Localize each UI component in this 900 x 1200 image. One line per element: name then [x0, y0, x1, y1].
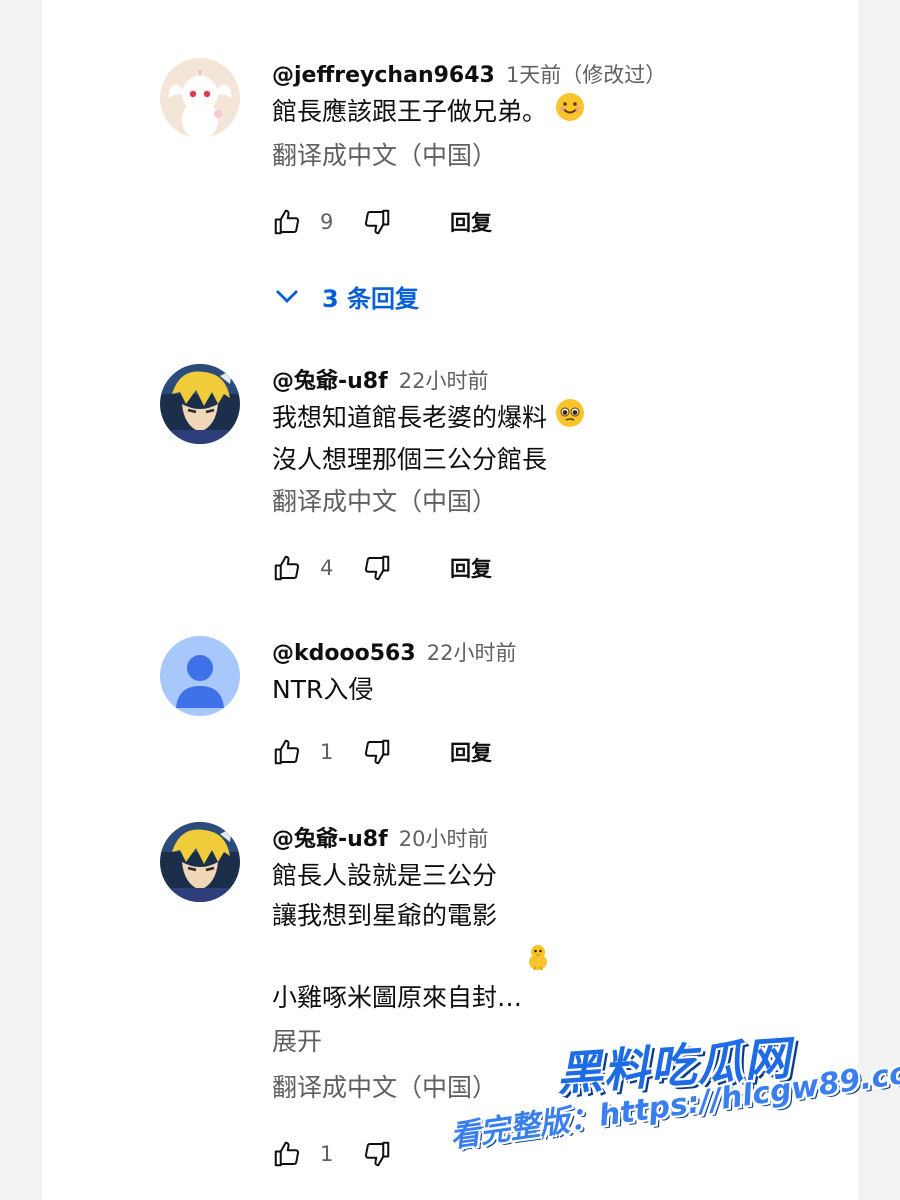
comment-line: 館長應該跟王子做兄弟。 — [272, 97, 548, 126]
comment-line: 沒人想理那個三公分館長 — [272, 445, 548, 474]
avatar[interactable] — [160, 58, 240, 138]
author-name[interactable]: @kdooo563 — [272, 641, 416, 666]
timestamp[interactable]: 1天前（修改过） — [506, 63, 666, 87]
reply-button[interactable]: 回复 — [450, 737, 492, 767]
chevron-down-icon — [276, 290, 298, 303]
timestamp[interactable]: 20小时前 — [399, 827, 489, 851]
thumb-up-icon[interactable] — [272, 737, 302, 767]
avatar[interactable] — [160, 364, 240, 444]
comment-text: 館長應該跟王子做兄弟。 — [272, 92, 792, 134]
comment-line: NTR入侵 — [272, 675, 374, 704]
comment-actions: 9 回复 — [272, 202, 792, 242]
thumb-down-icon[interactable] — [362, 553, 392, 583]
timestamp[interactable]: 22小时前 — [399, 369, 489, 393]
thumb-down-icon[interactable] — [362, 737, 392, 767]
emoji-line — [272, 936, 792, 978]
comment-meta: @兔爺-u8f 22小时前 — [272, 364, 792, 398]
comment-actions: 1 回复 — [272, 732, 792, 772]
comment-meta: @jeffreychan9643 1天前（修改过） — [272, 58, 792, 92]
anime-character-avatar-icon — [160, 364, 240, 444]
like-count: 1 — [320, 740, 334, 764]
thumb-down-icon[interactable] — [362, 207, 392, 237]
comment-2: @兔爺-u8f 22小时前 我想知道館長老婆的爆料 沒人想理那個三公分館長 翻译… — [160, 364, 800, 604]
comment-meta: @兔爺-u8f 20小时前 — [272, 822, 792, 856]
comment-text: NTR入侵 — [272, 670, 792, 710]
white-creature-avatar-icon — [160, 58, 240, 138]
thumb-up-icon[interactable] — [272, 553, 302, 583]
avatar[interactable] — [160, 822, 240, 902]
comment-body: @兔爺-u8f 22小时前 我想知道館長老婆的爆料 沒人想理那個三公分館長 翻译… — [272, 364, 792, 588]
view-replies-button[interactable]: 3 条回复 — [272, 276, 419, 316]
translate-link[interactable]: 翻译成中文（中国） — [272, 482, 792, 522]
comment-line: 館長人設就是三公分 — [272, 861, 498, 890]
comment-1: @jeffreychan9643 1天前（修改过） 館長應該跟王子做兄弟。 翻译… — [160, 58, 800, 258]
comment-line: 讓我想到星爺的電影 — [272, 901, 498, 930]
comment-3: @kdooo563 22小时前 NTR入侵 1 回复 — [160, 636, 800, 786]
chick-emoji-icon — [522, 940, 554, 984]
comment-body: @kdooo563 22小时前 NTR入侵 1 回复 — [272, 636, 792, 772]
like-count: 9 — [320, 210, 334, 234]
smiling-face-emoji-icon — [555, 92, 585, 134]
timestamp[interactable]: 22小时前 — [427, 641, 517, 665]
view-replies-label: 3 条回复 — [322, 284, 420, 313]
reply-button[interactable]: 回复 — [450, 553, 492, 583]
comment-body: @jeffreychan9643 1天前（修改过） 館長應該跟王子做兄弟。 翻译… — [272, 58, 792, 242]
comment-actions: 4 回复 — [272, 548, 792, 588]
comment-text: 館長人設就是三公分 讓我想到星爺的電影 小雞啄米圖原來自封… — [272, 856, 792, 1018]
comment-line: 我想知道館長老婆的爆料 — [272, 403, 548, 432]
like-count: 4 — [320, 556, 334, 580]
comment-text: 我想知道館長老婆的爆料 沒人想理那個三公分館長 — [272, 398, 792, 480]
comment-meta: @kdooo563 22小时前 — [272, 636, 792, 670]
avatar[interactable] — [160, 636, 240, 716]
pleading-face-emoji-icon — [555, 398, 585, 440]
translate-link[interactable]: 翻译成中文（中国） — [272, 136, 792, 176]
author-name[interactable]: @兔爺-u8f — [272, 369, 388, 394]
thumb-down-icon[interactable] — [362, 1139, 392, 1169]
author-name[interactable]: @jeffreychan9643 — [272, 63, 495, 88]
default-user-avatar-icon — [160, 636, 240, 716]
comment-line: 小雞啄米圖原來自封… — [272, 983, 523, 1012]
author-name[interactable]: @兔爺-u8f — [272, 827, 388, 852]
thumb-up-icon[interactable] — [272, 207, 302, 237]
thumb-up-icon[interactable] — [272, 1139, 302, 1169]
reply-button[interactable]: 回复 — [450, 207, 492, 237]
like-count: 1 — [320, 1142, 334, 1166]
anime-character-avatar-icon — [160, 822, 240, 902]
